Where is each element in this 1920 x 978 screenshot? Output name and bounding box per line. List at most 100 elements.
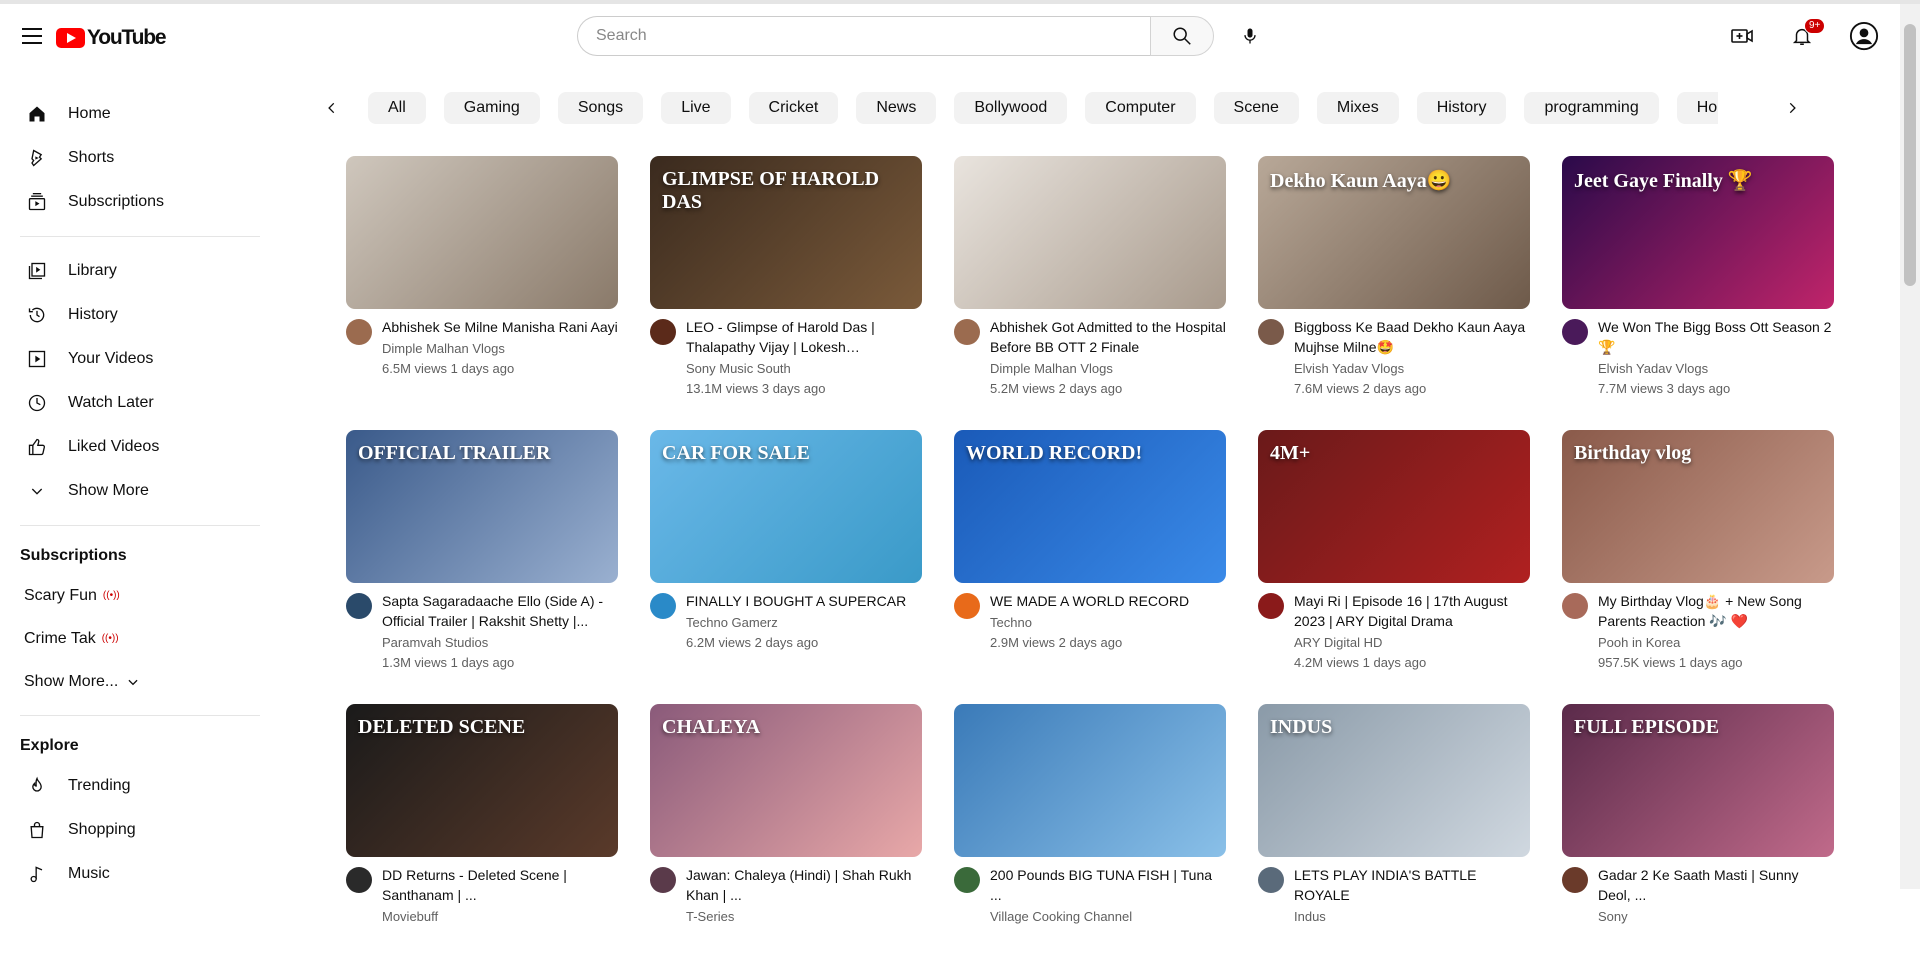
- video-card[interactable]: Abhishek Got Admitted to the Hospital Be…: [954, 156, 1226, 430]
- video-thumbnail[interactable]: Jeet Gaye Finally 🏆: [1562, 156, 1834, 309]
- video-thumbnail[interactable]: Dekho Kaun Aaya😀: [1258, 156, 1530, 309]
- sidebar-item-subscriptions[interactable]: Subscriptions: [0, 180, 270, 224]
- notifications-button[interactable]: 9+: [1786, 18, 1826, 52]
- video-card[interactable]: WORLD RECORD! WE MADE A WORLD RECORD Techn…: [954, 430, 1226, 704]
- video-card[interactable]: Jeet Gaye Finally 🏆 We Won The Bigg Boss …: [1562, 156, 1834, 430]
- sidebar-item-trending[interactable]: Trending: [0, 764, 270, 808]
- video-thumbnail[interactable]: DELETED SCENE: [346, 704, 618, 857]
- channel-name[interactable]: ARY Digital HD: [1294, 633, 1530, 653]
- channel-avatar[interactable]: [346, 319, 372, 345]
- video-title[interactable]: LEO - Glimpse of Harold Das | Thalapathy…: [686, 317, 922, 357]
- chip-programming[interactable]: programming: [1524, 92, 1659, 124]
- channel-avatar[interactable]: [1258, 319, 1284, 345]
- channel-avatar[interactable]: [954, 319, 980, 345]
- channel-name[interactable]: Techno: [990, 613, 1226, 633]
- video-card[interactable]: 4M+ Mayi Ri | Episode 16 | 17th August 20…: [1258, 430, 1530, 704]
- video-card[interactable]: Dekho Kaun Aaya😀 Biggboss Ke Baad Dekho K…: [1258, 156, 1530, 430]
- channel-name[interactable]: Indus: [1294, 907, 1530, 927]
- chip-computer[interactable]: Computer: [1085, 92, 1196, 124]
- chip-gaming[interactable]: Gaming: [443, 92, 540, 124]
- sidebar-item-your-videos[interactable]: Your Videos: [0, 337, 270, 381]
- channel-name[interactable]: Techno Gamerz: [686, 613, 922, 633]
- video-thumbnail[interactable]: FULL EPISODE: [1562, 704, 1834, 857]
- sidebar-item-shopping[interactable]: Shopping: [0, 808, 270, 852]
- scrollbar-thumb[interactable]: [1904, 24, 1916, 286]
- channel-avatar[interactable]: [1562, 319, 1588, 345]
- channel-name[interactable]: Dimple Malhan Vlogs: [990, 359, 1226, 379]
- video-thumbnail[interactable]: [954, 704, 1226, 857]
- sidebar-item-show-more[interactable]: Show More: [0, 469, 270, 513]
- chips-scroll-right-button[interactable]: [1778, 94, 1806, 122]
- channel-name[interactable]: Paramvah Studios: [382, 633, 618, 653]
- channel-name[interactable]: Elvish Yadav Vlogs: [1598, 359, 1834, 379]
- video-card[interactable]: CAR FOR SALE FINALLY I BOUGHT A SUPERCAR T…: [650, 430, 922, 704]
- sidebar-item-liked-videos[interactable]: Liked Videos: [0, 425, 270, 469]
- video-title[interactable]: DD Returns - Deleted Scene | Santhanam |…: [382, 865, 618, 905]
- chip-hollywood[interactable]: Hollywood: [1676, 92, 1718, 124]
- sidebar-item-watch-later[interactable]: Watch Later: [0, 381, 270, 425]
- sidebar-item-music[interactable]: Music: [0, 852, 270, 896]
- video-title[interactable]: Abhishek Got Admitted to the Hospital Be…: [990, 317, 1226, 357]
- create-button[interactable]: [1726, 20, 1758, 52]
- video-card[interactable]: GLIMPSE OF HAROLD DAS LEO - Glimpse of Ha…: [650, 156, 922, 430]
- channel-name[interactable]: T-Series: [686, 907, 922, 927]
- video-thumbnail[interactable]: 4M+: [1258, 430, 1530, 583]
- channel-avatar[interactable]: [1258, 867, 1284, 893]
- channel-avatar[interactable]: [1562, 593, 1588, 619]
- channel-avatar[interactable]: [650, 319, 676, 345]
- video-title[interactable]: Mayi Ri | Episode 16 | 17th August 2023 …: [1294, 591, 1530, 631]
- channel-name[interactable]: Sony Music South: [686, 359, 922, 379]
- video-thumbnail[interactable]: Birthday vlog: [1562, 430, 1834, 583]
- video-thumbnail[interactable]: INDUS: [1258, 704, 1530, 857]
- video-title[interactable]: 200 Pounds BIG TUNA FISH | Tuna ...: [990, 865, 1226, 905]
- video-thumbnail[interactable]: [346, 156, 618, 309]
- subscription-channel-crime-tak[interactable]: Crime Tak ((•)): [0, 617, 270, 660]
- channel-avatar[interactable]: [954, 593, 980, 619]
- channel-avatar[interactable]: [650, 867, 676, 893]
- account-button[interactable]: [1848, 20, 1880, 52]
- video-card[interactable]: CHALEYA Jawan: Chaleya (Hindi) | Shah Ruk…: [650, 704, 922, 978]
- voice-search-button[interactable]: [1236, 22, 1264, 50]
- video-card[interactable]: 200 Pounds BIG TUNA FISH | Tuna ... Villa…: [954, 704, 1226, 978]
- sidebar-item-library[interactable]: Library: [0, 249, 270, 293]
- channel-avatar[interactable]: [346, 593, 372, 619]
- chip-news[interactable]: News: [856, 92, 937, 124]
- menu-icon[interactable]: [22, 28, 42, 44]
- channel-avatar[interactable]: [650, 593, 676, 619]
- chip-all[interactable]: All: [368, 92, 426, 124]
- channel-name[interactable]: Village Cooking Channel: [990, 907, 1226, 927]
- channel-name[interactable]: Pooh in Korea: [1598, 633, 1834, 653]
- channel-avatar[interactable]: [1258, 593, 1284, 619]
- video-card[interactable]: OFFICIAL TRAILER Sapta Sagaradaache Ello …: [346, 430, 618, 704]
- chip-mixes[interactable]: Mixes: [1316, 92, 1399, 124]
- channel-name[interactable]: Dimple Malhan Vlogs: [382, 339, 618, 359]
- video-title[interactable]: My Birthday Vlog🎂 + New Song Parents Rea…: [1598, 591, 1834, 631]
- channel-name[interactable]: Elvish Yadav Vlogs: [1294, 359, 1530, 379]
- chip-cricket[interactable]: Cricket: [748, 92, 839, 124]
- video-thumbnail[interactable]: GLIMPSE OF HAROLD DAS: [650, 156, 922, 309]
- video-card[interactable]: FULL EPISODE Gadar 2 Ke Saath Masti | Sun…: [1562, 704, 1834, 978]
- video-title[interactable]: Sapta Sagaradaache Ello (Side A) - Offic…: [382, 591, 618, 631]
- chip-live[interactable]: Live: [661, 92, 731, 124]
- video-thumbnail[interactable]: WORLD RECORD!: [954, 430, 1226, 583]
- video-title[interactable]: Abhishek Se Milne Manisha Rani Aayi: [382, 317, 618, 337]
- channel-avatar[interactable]: [1562, 867, 1588, 893]
- chip-history[interactable]: History: [1416, 92, 1507, 124]
- chip-bollywood[interactable]: Bollywood: [954, 92, 1068, 124]
- video-thumbnail[interactable]: CAR FOR SALE: [650, 430, 922, 583]
- video-card[interactable]: Birthday vlog My Birthday Vlog🎂 + New Son…: [1562, 430, 1834, 704]
- sidebar-item-shorts[interactable]: Shorts: [0, 136, 270, 180]
- video-thumbnail[interactable]: OFFICIAL TRAILER: [346, 430, 618, 583]
- video-title[interactable]: Gadar 2 Ke Saath Masti | Sunny Deol, ...: [1598, 865, 1834, 905]
- video-card[interactable]: Abhishek Se Milne Manisha Rani Aayi Dimpl…: [346, 156, 618, 430]
- channel-avatar[interactable]: [346, 867, 372, 893]
- subscriptions-show-more[interactable]: Show More...: [0, 660, 270, 703]
- video-title[interactable]: WE MADE A WORLD RECORD: [990, 591, 1226, 611]
- video-card[interactable]: DELETED SCENE DD Returns - Deleted Scene …: [346, 704, 618, 978]
- video-title[interactable]: Jawan: Chaleya (Hindi) | Shah Rukh Khan …: [686, 865, 922, 905]
- video-title[interactable]: FINALLY I BOUGHT A SUPERCAR: [686, 591, 922, 611]
- search-input[interactable]: [577, 16, 1150, 56]
- chips-scroll-left-button[interactable]: [318, 94, 346, 122]
- sidebar-item-history[interactable]: History: [0, 293, 270, 337]
- chip-songs[interactable]: Songs: [557, 92, 644, 124]
